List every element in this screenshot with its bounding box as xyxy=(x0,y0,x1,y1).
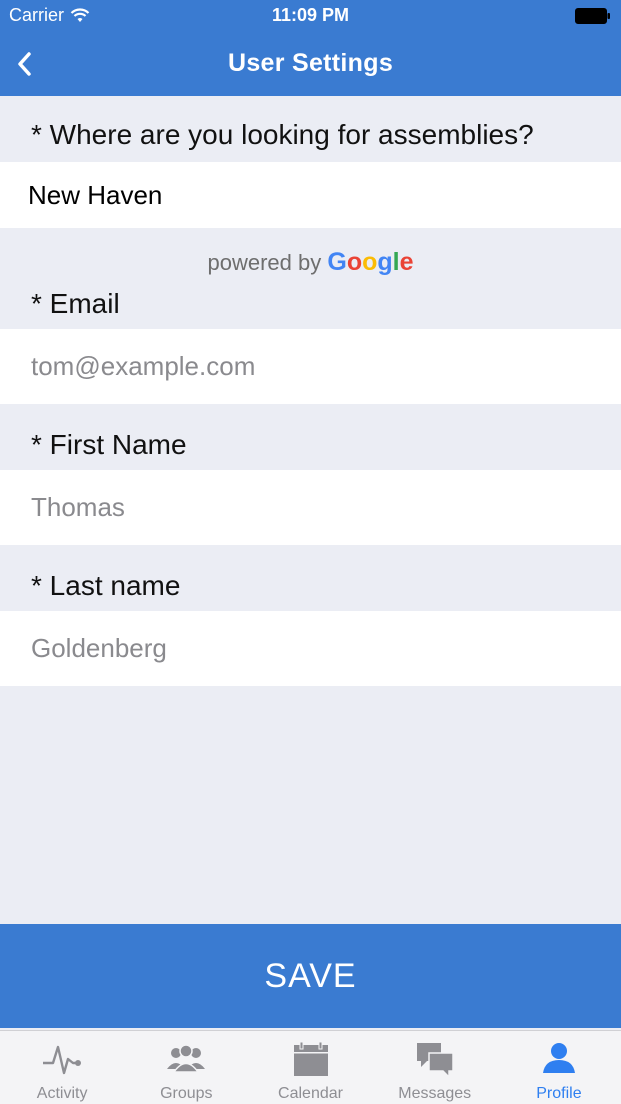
location-input-row xyxy=(0,162,621,228)
profile-icon xyxy=(542,1043,575,1073)
tab-messages[interactable]: Messages xyxy=(373,1031,497,1104)
battery-icon xyxy=(575,8,610,24)
messages-icon xyxy=(416,1043,454,1077)
powered-by-text: powered by xyxy=(207,250,322,275)
tab-calendar[interactable]: Calendar xyxy=(248,1031,372,1104)
tab-profile[interactable]: Profile xyxy=(497,1031,621,1104)
email-input[interactable] xyxy=(31,329,601,404)
calendar-icon xyxy=(293,1041,328,1076)
tab-groups[interactable]: Groups xyxy=(124,1031,248,1104)
first-name-label-row: * First Name xyxy=(0,404,621,470)
google-logo: Google xyxy=(327,248,414,276)
first-name-input[interactable] xyxy=(31,470,601,545)
last-name-input-row xyxy=(0,611,621,686)
tab-profile-label: Profile xyxy=(536,1085,582,1102)
app-header: Carrier 11:09 PM User Settings xyxy=(0,0,621,96)
last-name-label-row: * Last name xyxy=(0,545,621,611)
page-title: User Settings xyxy=(227,49,394,77)
email-label-row: * Email xyxy=(0,228,621,329)
tab-activity-label: Activity xyxy=(36,1085,88,1102)
location-label-row: * Where are you looking for assemblies? xyxy=(0,96,621,162)
last-name-label: * Last name xyxy=(31,570,181,601)
save-button[interactable]: SAVE xyxy=(0,924,621,1028)
tab-messages-label: Messages xyxy=(398,1085,472,1102)
status-bar: Carrier 11:09 PM xyxy=(0,0,621,32)
activity-pulse-icon xyxy=(43,1045,82,1075)
last-name-input[interactable] xyxy=(31,611,601,686)
tab-bar: Activity Groups Calendar Messages Profil… xyxy=(0,1030,621,1104)
email-label: * Email xyxy=(31,288,120,319)
location-label: * Where are you looking for assemblies? xyxy=(31,119,534,150)
first-name-input-row xyxy=(0,470,621,545)
tab-calendar-label: Calendar xyxy=(278,1085,343,1102)
first-name-label: * First Name xyxy=(31,429,187,460)
status-time: 11:09 PM xyxy=(271,5,350,25)
navigation-bar: User Settings xyxy=(0,40,621,88)
email-input-row xyxy=(0,329,621,404)
powered-by-google: powered by Google xyxy=(0,248,621,277)
tab-groups-label: Groups xyxy=(160,1085,213,1102)
groups-icon xyxy=(167,1044,206,1073)
tab-activity[interactable]: Activity xyxy=(0,1031,124,1104)
location-input[interactable] xyxy=(28,162,598,228)
